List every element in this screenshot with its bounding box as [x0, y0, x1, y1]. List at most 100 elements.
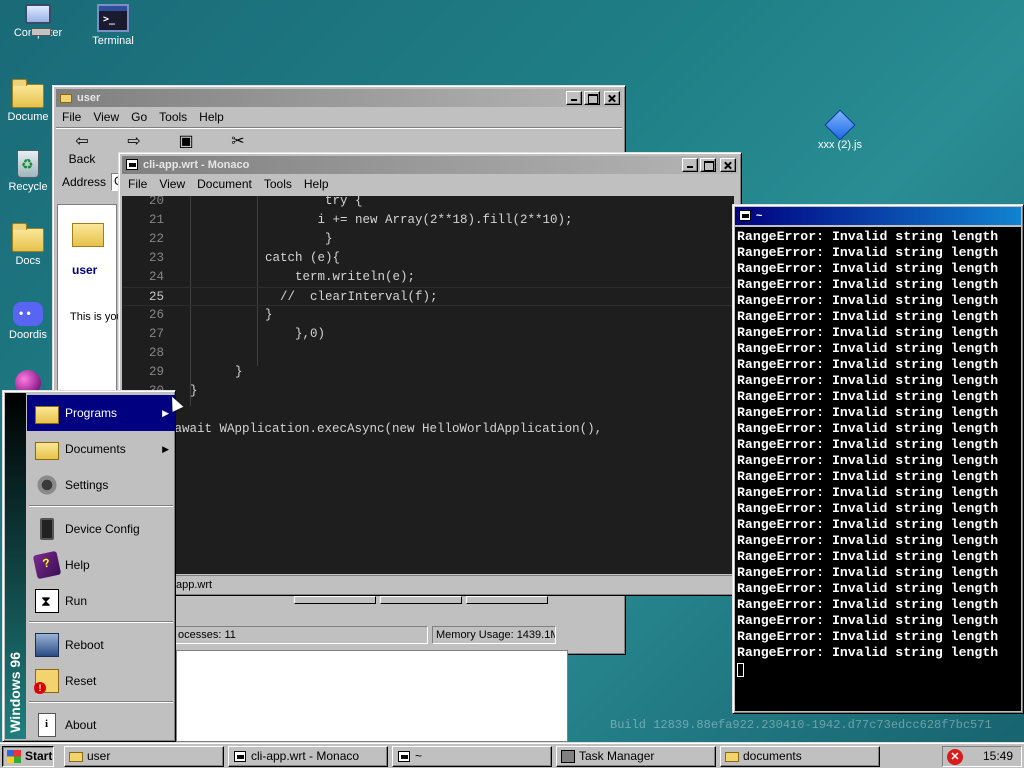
task-manager-button[interactable] — [466, 596, 548, 604]
maximize-button[interactable] — [700, 158, 716, 172]
code-editor[interactable]: 20 try {21 i += new Array(2**18).fill(2*… — [122, 196, 734, 574]
forward-arrow-icon: ⇨ — [127, 133, 141, 150]
terminal-line: RangeError: Invalid string length — [737, 517, 999, 532]
menu-tools[interactable]: Tools — [153, 110, 193, 124]
window-title: cli-app.wrt - Monaco — [143, 159, 250, 171]
code-line[interactable]: 25 // clearInterval(f); — [122, 287, 734, 306]
terminal-line: RangeError: Invalid string length — [737, 229, 999, 244]
desktop-icon-label: xxx (2).js — [818, 139, 862, 151]
maximize-button[interactable] — [584, 91, 600, 105]
close-button[interactable] — [604, 91, 620, 105]
code-line[interactable]: 27 },0) — [122, 325, 734, 344]
code-line[interactable]: 22 } — [122, 230, 734, 249]
desktop-icon-terminal[interactable]: Terminal — [75, 4, 151, 47]
code-text: // clearInterval(f); — [190, 290, 438, 304]
desktop-icon-documents[interactable]: Docume — [0, 78, 58, 123]
error-alert-icon[interactable]: ✕ — [947, 749, 963, 765]
terminal-icon — [397, 750, 411, 763]
terminal-titlebar[interactable]: ~ — [735, 207, 1021, 225]
start-button[interactable]: Start — [2, 746, 54, 767]
folder-icon — [59, 91, 73, 105]
start-item-about[interactable]: About — [27, 707, 175, 743]
start-item-device-config[interactable]: Device Config — [27, 511, 175, 547]
taskbar-button-documents[interactable]: documents — [720, 746, 880, 767]
monaco-editor-window[interactable]: cli-app.wrt - Monaco File View Document … — [118, 152, 742, 596]
back-button[interactable]: ⇦ Back — [56, 132, 108, 166]
taskbar-button-label: documents — [743, 749, 802, 763]
line-number: 24 — [148, 270, 164, 284]
code-text: return await WApplication.execAsync(new … — [122, 422, 603, 436]
desktop-icon-discord[interactable]: Doordis — [0, 298, 58, 341]
line-number: 23 — [148, 251, 164, 265]
terminal-line: RangeError: Invalid string length — [737, 581, 999, 596]
start-item-documents[interactable]: Documents ▶ — [27, 431, 175, 467]
start-item-run[interactable]: Run — [27, 583, 175, 619]
terminal-line: RangeError: Invalid string length — [737, 485, 999, 500]
memory-usage: Memory Usage: 1439.1MB — [432, 626, 556, 644]
desktop-icon-label: Docume — [7, 111, 49, 123]
start-item-programs[interactable]: Programs ▶ — [27, 395, 175, 431]
terminal-line: RangeError: Invalid string length — [737, 533, 999, 548]
taskbar-button-task-manager[interactable]: Task Manager — [556, 746, 716, 767]
desktop-icon-js-file[interactable]: xxx (2).js — [802, 108, 878, 151]
code-line[interactable]: return await WApplication.execAsync(new … — [122, 420, 734, 439]
monaco-titlebar[interactable]: cli-app.wrt - Monaco — [122, 156, 738, 174]
code-line[interactable]: 20 try { — [122, 196, 734, 211]
code-text: } — [190, 308, 273, 322]
terminal-line: RangeError: Invalid string length — [737, 405, 999, 420]
menu-go[interactable]: Go — [125, 110, 153, 124]
menu-file[interactable]: File — [56, 110, 87, 124]
explorer-titlebar[interactable]: user — [56, 89, 622, 107]
code-line[interactable]: 21 i += new Array(2**18).fill(2**10); — [122, 211, 734, 230]
start-item-label: Documents — [65, 442, 126, 456]
menu-help[interactable]: Help — [193, 110, 230, 124]
terminal-window[interactable]: ~ RangeError: Invalid string length Range… — [732, 204, 1024, 714]
taskbar-button-terminal[interactable]: ~ — [392, 746, 552, 767]
start-item-reboot[interactable]: Reboot — [27, 627, 175, 663]
up-button[interactable]: ▣ — [160, 132, 212, 152]
menu-help[interactable]: Help — [298, 177, 335, 191]
menu-view[interactable]: View — [153, 177, 191, 191]
minimize-button[interactable] — [566, 91, 582, 105]
close-button[interactable] — [720, 158, 736, 172]
start-item-label: About — [65, 718, 97, 732]
menu-document[interactable]: Document — [191, 177, 258, 191]
code-line[interactable]: 23 catch (e){ — [122, 249, 734, 268]
process-count: ocesses: 11 — [174, 626, 428, 644]
code-line[interactable]: 30} — [122, 382, 734, 401]
terminal-icon — [97, 4, 129, 32]
terminal-line: RangeError: Invalid string length — [737, 261, 999, 276]
system-tray: ✕ 15:49 — [942, 746, 1022, 767]
taskbar-button-monaco[interactable]: cli-app.wrt - Monaco — [228, 746, 388, 767]
menu-view[interactable]: View — [87, 110, 125, 124]
start-menu-banner: Windows 96 — [5, 393, 26, 739]
help-book-icon — [32, 550, 62, 580]
start-item-help[interactable]: Help — [27, 547, 175, 583]
folder-icon — [12, 223, 44, 252]
start-item-settings[interactable]: Settings — [27, 467, 175, 503]
code-line[interactable]: 26 } — [122, 306, 734, 325]
cut-button[interactable]: ✂ — [212, 132, 264, 152]
desktop-icon-computer[interactable]: Computer — [0, 4, 76, 39]
desktop-icon-recycle-bin[interactable]: Recycle — [0, 150, 58, 193]
forward-button[interactable]: ⇨ — [108, 132, 160, 152]
menu-tools[interactable]: Tools — [258, 177, 298, 191]
taskbar-button-user[interactable]: user — [64, 746, 224, 767]
clock[interactable]: 15:49 — [983, 747, 1013, 766]
desktop-icon-docs[interactable]: Docs — [0, 222, 58, 267]
code-line[interactable]: 28 — [122, 344, 734, 363]
task-manager-button[interactable] — [294, 596, 376, 604]
minimize-button[interactable] — [682, 158, 698, 172]
code-line[interactable] — [122, 401, 734, 420]
menu-file[interactable]: File — [122, 177, 153, 191]
about-icon — [38, 713, 56, 737]
terminal-line: RangeError: Invalid string length — [737, 245, 999, 260]
task-manager-button[interactable] — [380, 596, 462, 604]
terminal-line: RangeError: Invalid string length — [737, 597, 999, 612]
start-item-reset[interactable]: Reset — [27, 663, 175, 699]
terminal-output[interactable]: RangeError: Invalid string length RangeEr… — [735, 227, 1021, 711]
code-line[interactable]: 29 } — [122, 363, 734, 382]
menu-bar: File View Go Tools Help — [56, 107, 622, 127]
code-line[interactable]: 24 term.writeln(e); — [122, 268, 734, 287]
terminal-line: RangeError: Invalid string length — [737, 469, 999, 484]
